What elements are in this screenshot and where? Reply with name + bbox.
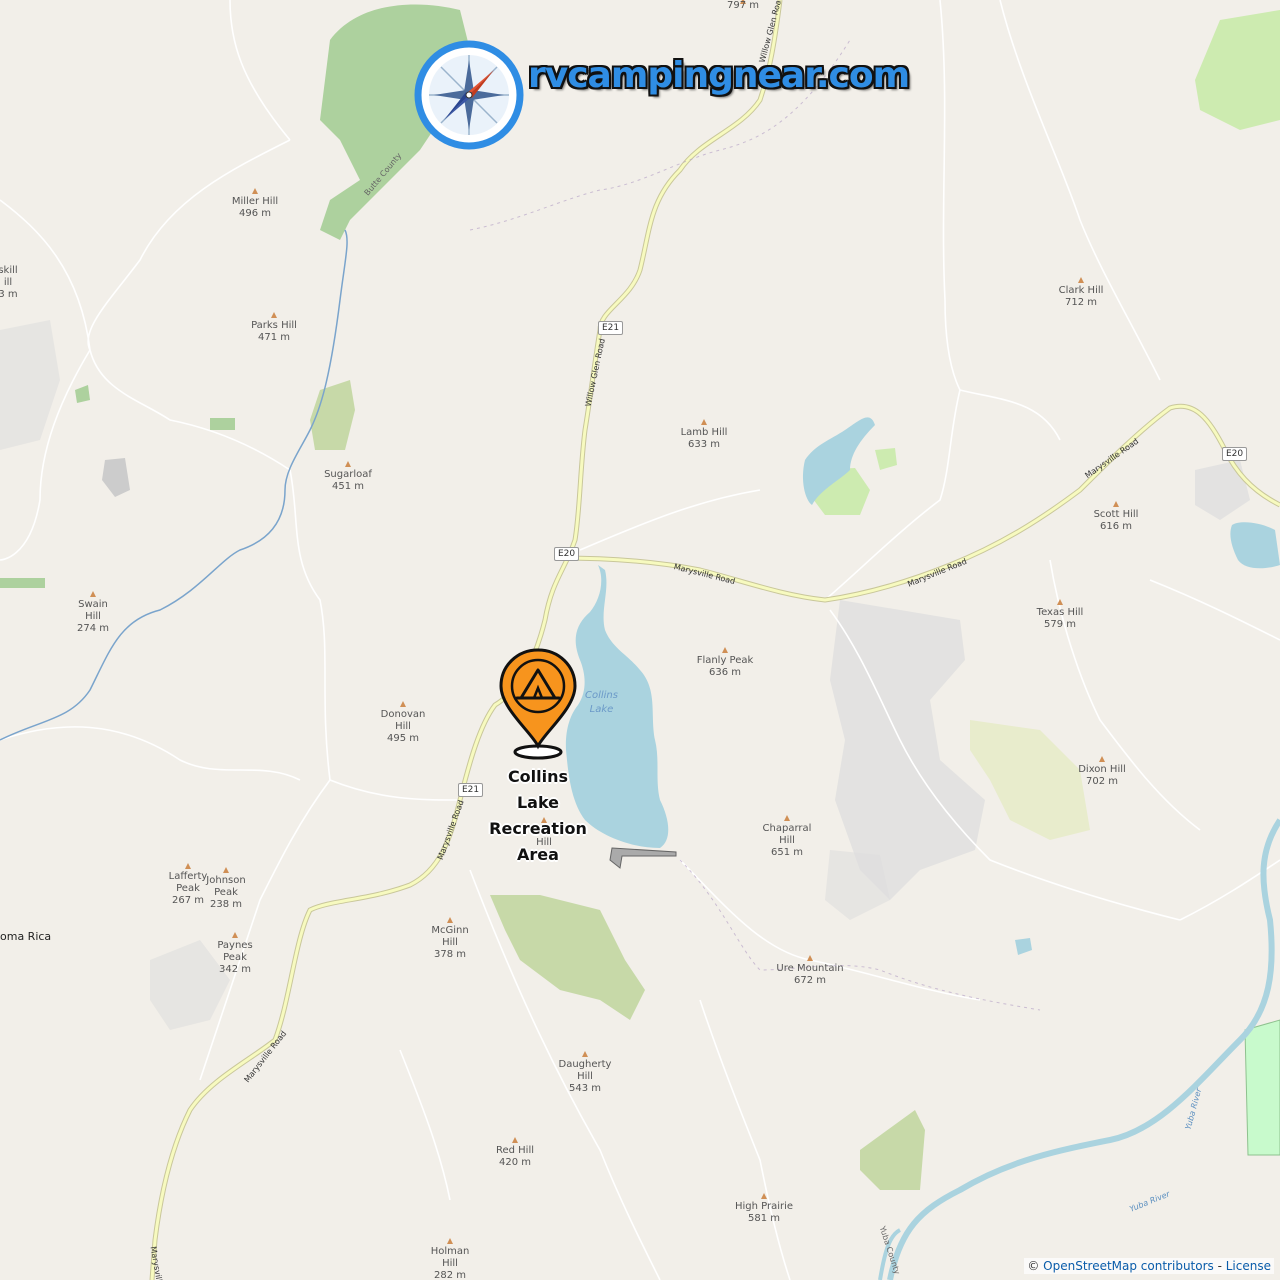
park-area [1244,1019,1280,1156]
place-label: skill ill 3 m [0,265,18,300]
peak-icon [701,419,707,425]
peak-label: Dixon Hill 702 m [1078,764,1126,787]
license-link[interactable]: License [1226,1259,1271,1273]
road-shield: E21 [598,321,624,335]
peak-label: Daugherty Hill 543 m [558,1059,612,1094]
peak-icon [807,955,813,961]
peak-icon [185,863,191,869]
map-attribution: © OpenStreetMap contributors - License [1024,1258,1274,1274]
peak-icon [722,647,728,653]
peak-label: Ure Mountain 672 m [776,963,844,986]
marker-label[interactable]: Collins Lake Recreation Area [489,764,587,868]
peak-label: Chaparral Hill 651 m [762,823,812,858]
peak-icon [400,701,406,707]
peak-icon [1099,756,1105,762]
peak-label: Swain Hill 274 m [76,599,110,634]
peak-label: Sugarloaf 451 m [324,469,372,492]
forest-area [210,418,235,430]
peak-icon [252,188,258,194]
peak-icon [271,312,277,318]
peak-icon [90,591,96,597]
forest-area [875,448,897,470]
peak-label: Texas Hill 579 m [1036,607,1084,630]
peak-label: Paynes Peak 342 m [217,940,253,975]
attribution-prefix: © [1027,1259,1044,1273]
residential-area [0,320,60,450]
forest-area [1195,10,1280,130]
peak-label: Holman Hill 282 m [430,1246,470,1280]
peak-label: Scott Hill 616 m [1093,509,1139,532]
peak-icon [345,461,351,467]
map-base-layer [0,0,1280,1280]
peak-icon [447,917,453,923]
peak-label: Parks Hill 471 m [251,320,297,343]
peak-label: Lamb Hill 633 m [680,427,728,450]
peak-label: Miller Hill 496 m [231,196,279,219]
road-shield: E21 [458,783,484,797]
peak-icon [1057,599,1063,605]
residential-area [102,458,130,497]
peak-label: Red Hill 420 m [495,1145,535,1168]
attribution-separator: - [1213,1259,1226,1273]
peak-icon [512,1137,518,1143]
peak-label: McGinn Hill 378 m [431,925,469,960]
place-label: oma Rica [0,930,52,943]
stream [0,229,348,741]
compass-icon[interactable] [414,40,524,150]
minor-roads [0,0,1280,1280]
forest-area [0,578,45,588]
peak-label: Donovan Hill 495 m [380,709,426,744]
lake-label: Collins Lake [585,690,618,715]
peak-icon [761,1193,767,1199]
peak-label: 797 m [726,0,760,11]
osm-contributors-link[interactable]: OpenStreetMap contributors [1043,1259,1214,1273]
forest-area [75,385,90,403]
peak-label: Johnson Peak 238 m [206,875,246,910]
peak-label: Lafferty Peak 267 m [168,871,208,906]
river [887,818,1280,1280]
dam [609,847,677,869]
lake [1015,938,1032,955]
peak-label: Flanly Peak 636 m [696,655,754,678]
lake [1230,522,1280,569]
forest-area [490,895,645,1020]
peak-icon [232,932,238,938]
peak-icon [223,867,229,873]
road-shield: E20 [1222,447,1248,461]
residential-area [1195,460,1250,520]
peak-icon [1113,501,1119,507]
major-roads [149,0,1280,1280]
road-shield: E20 [554,547,580,561]
map-canvas[interactable]: 797 m Miller Hill 496 m Parks Hill 471 m… [0,0,1280,1280]
peak-icon [582,1051,588,1057]
residential-area [825,850,890,920]
brand-name[interactable]: rvcampingnear.com [528,55,910,96]
peak-icon [1078,277,1084,283]
forest-area [860,1110,925,1190]
peak-label: High Prairie 581 m [734,1201,794,1224]
peak-icon [447,1238,453,1244]
tent-pin-icon[interactable] [497,646,579,762]
forest-area [970,720,1090,840]
peak-label: Clark Hill 712 m [1058,285,1104,308]
peak-icon [784,815,790,821]
